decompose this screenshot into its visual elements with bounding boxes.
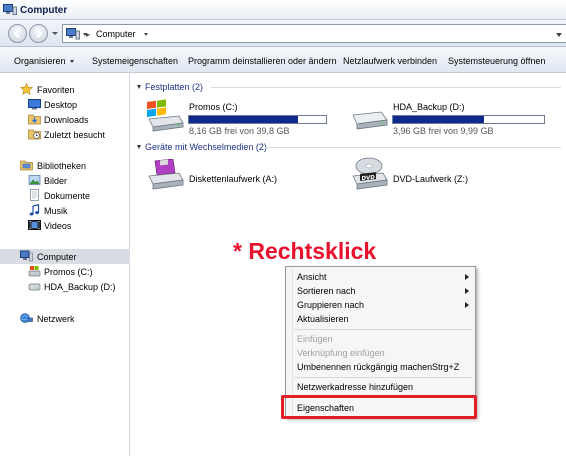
menu-item-paste-shortcut: Verknüpfung einfügen — [297, 348, 385, 358]
nav-item-downloads[interactable]: Downloads — [0, 112, 130, 127]
open-control-panel-button[interactable]: Systemsteuerung öffnen — [448, 56, 545, 66]
drive-name: Promos (C:) — [189, 102, 238, 112]
computer-icon — [20, 250, 33, 262]
chevron-down-icon — [70, 60, 74, 63]
nav-item-drive-d[interactable]: HDA_Backup (D:) — [0, 279, 130, 294]
menu-item-undo-rename[interactable]: Umbenennen rückgängig machen Strg+Z — [286, 360, 475, 374]
computer-icon — [3, 4, 17, 15]
nav-item-pictures[interactable]: Bilder — [0, 173, 130, 188]
device-name: Diskettenlaufwerk (A:) — [189, 174, 278, 184]
chevron-down-icon — [137, 145, 141, 149]
group-header-removable[interactable]: Geräte mit Wechselmedien (2) — [137, 142, 267, 152]
nav-item-favorites[interactable]: Favoriten — [0, 82, 130, 97]
pictures-icon — [28, 175, 41, 185]
dvd-drive-icon: DVD — [352, 157, 388, 190]
drive-free-space: 8,16 GB frei von 39,8 GB — [189, 126, 290, 136]
menu-item-group-by[interactable]: Gruppieren nach — [286, 298, 475, 312]
address-bar[interactable]: ▸ Computer — [62, 24, 566, 43]
organize-menu-button[interactable]: Organisieren — [14, 56, 66, 66]
group-header-hard-disks[interactable]: Festplatten (2) — [137, 82, 203, 92]
back-arrow-icon — [13, 29, 20, 38]
recent-pages-dropdown[interactable] — [52, 32, 58, 35]
nav-item-computer[interactable]: Computer — [0, 249, 130, 264]
hard-drive-icon — [28, 283, 41, 291]
computer-icon — [66, 28, 80, 40]
drive-tile-c[interactable]: Promos (C:) 8,16 GB frei von 39,8 GB — [145, 97, 345, 137]
drive-free-space: 3,96 GB frei von 9,99 GB — [393, 126, 494, 136]
menu-item-refresh[interactable]: Aktualisieren — [286, 312, 475, 326]
system-drive-icon — [147, 99, 184, 132]
window-title: Computer — [20, 5, 68, 16]
menu-separator — [294, 377, 472, 378]
network-icon — [20, 313, 33, 323]
shortcut-label: Strg+Z — [432, 362, 460, 372]
map-network-drive-button[interactable]: Netzlaufwerk verbinden — [343, 56, 437, 66]
navigation-bar: ▸ Computer — [0, 20, 566, 47]
nav-item-libraries[interactable]: Bibliotheken — [0, 158, 130, 173]
nav-item-desktop[interactable]: Desktop — [0, 97, 130, 112]
properties-highlight-box — [281, 395, 477, 419]
menu-separator — [294, 329, 472, 330]
nav-item-music[interactable]: Musik — [0, 203, 130, 218]
music-note-icon — [29, 204, 40, 216]
nav-item-videos[interactable]: Videos — [0, 218, 130, 233]
libraries-icon — [20, 160, 33, 171]
device-tile-floppy[interactable]: Diskettenlaufwerk (A:) — [145, 157, 345, 197]
downloads-folder-icon — [28, 114, 41, 125]
device-name: DVD-Laufwerk (Z:) — [393, 174, 469, 184]
submenu-arrow-icon — [465, 274, 469, 280]
recent-places-icon — [28, 129, 41, 140]
floppy-drive-icon — [148, 159, 184, 190]
drive-usage-fill — [393, 116, 485, 123]
documents-icon — [30, 189, 39, 201]
navigation-pane: Favoriten Desktop Downloads Zuletzt besu… — [0, 73, 130, 456]
system-drive-icon — [28, 266, 41, 277]
chevron-down-icon — [137, 85, 141, 89]
title-bar: Computer — [0, 0, 566, 20]
drive-tile-d[interactable]: HDA_Backup (D:) 3,96 GB frei von 9,99 GB — [349, 97, 549, 137]
submenu-arrow-icon — [465, 302, 469, 308]
drive-usage-bar — [188, 115, 327, 124]
system-properties-button[interactable]: Systemeigenschaften — [92, 56, 178, 66]
address-history-dropdown[interactable] — [556, 33, 562, 37]
nav-item-documents[interactable]: Dokumente — [0, 188, 130, 203]
videos-icon — [28, 220, 41, 230]
breadcrumb-separator-icon: ▸ — [86, 30, 91, 39]
back-button[interactable] — [8, 24, 27, 43]
drive-usage-bar — [392, 115, 545, 124]
hard-drive-icon — [352, 111, 388, 130]
forward-arrow-icon — [36, 29, 43, 38]
submenu-arrow-icon — [465, 288, 469, 294]
forward-button[interactable] — [29, 24, 48, 43]
nav-item-drive-c[interactable]: Promos (C:) — [0, 264, 130, 279]
group-divider — [211, 87, 561, 88]
menu-item-view[interactable]: Ansicht — [286, 270, 475, 284]
right-click-annotation: * Rechtsklick — [233, 238, 377, 264]
menu-item-add-network-location[interactable]: Netzwerkadresse hinzufügen — [286, 380, 475, 394]
desktop-icon — [28, 99, 41, 110]
address-location[interactable]: Computer — [96, 29, 136, 39]
drive-usage-fill — [189, 116, 298, 123]
nav-item-recent[interactable]: Zuletzt besucht — [0, 127, 130, 142]
uninstall-program-button[interactable]: Programm deinstallieren oder ändern — [188, 56, 337, 66]
menu-item-sort-by[interactable]: Sortieren nach — [286, 284, 475, 298]
group-divider — [265, 147, 561, 148]
drive-name: HDA_Backup (D:) — [393, 102, 465, 112]
nav-item-network[interactable]: Netzwerk — [0, 311, 130, 326]
command-bar: Organisieren Systemeigenschaften Program… — [0, 47, 566, 73]
address-location-dropdown[interactable] — [144, 33, 148, 36]
menu-item-paste: Einfügen — [297, 334, 333, 344]
device-tile-dvd[interactable]: DVD DVD-Laufwerk (Z:) — [349, 157, 549, 197]
star-icon — [20, 83, 33, 95]
